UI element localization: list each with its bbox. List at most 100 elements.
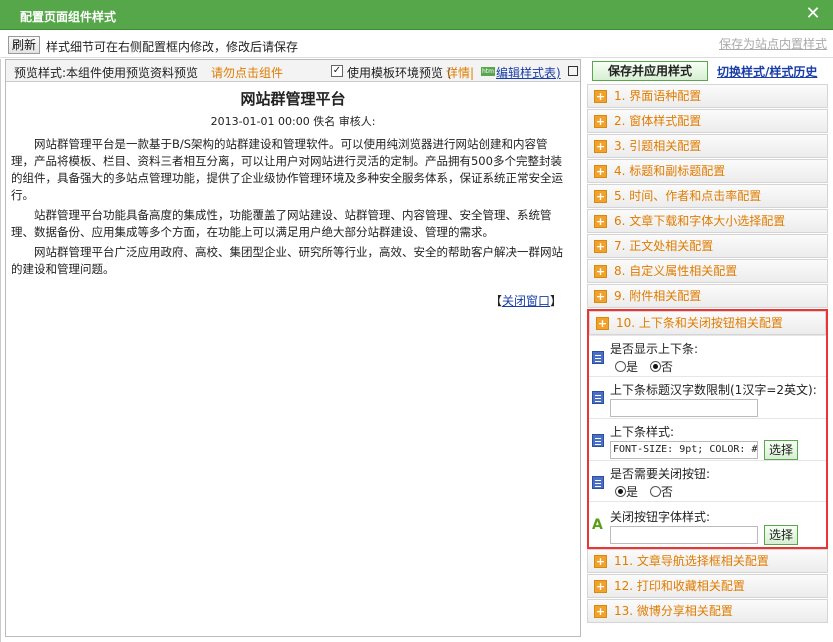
- section-11[interactable]: +11. 文章导航选择框相关配置: [587, 549, 828, 573]
- plus-icon: +: [594, 580, 607, 593]
- section-8[interactable]: +8. 自定义属性相关配置: [587, 259, 828, 283]
- close-window: 【关闭窗口】: [490, 292, 562, 309]
- section-12[interactable]: +12. 打印和收藏相关配置: [587, 574, 828, 598]
- font-icon: A: [592, 517, 603, 533]
- plus-icon: +: [594, 165, 607, 178]
- toolbar-hint: 样式细节可在右侧配置框内修改，修改后请保存: [46, 40, 299, 54]
- section-1[interactable]: +1. 界面语种配置: [587, 84, 828, 108]
- plus-icon: +: [594, 605, 607, 618]
- close-window-link[interactable]: 关闭窗口: [502, 294, 550, 308]
- radio-circle-selected[interactable]: [615, 486, 626, 497]
- section-label: 10. 上下条和关闭按钮相关配置: [616, 316, 783, 330]
- section-5[interactable]: +5. 时间、作者和点击率配置: [587, 184, 828, 208]
- radio-yes[interactable]: 是: [615, 360, 638, 374]
- close-font-row: A 关闭按钮字体样式: 选择: [589, 501, 826, 547]
- section-9[interactable]: +9. 附件相关配置: [587, 284, 828, 308]
- left-edge-divider: [0, 59, 1, 642]
- plus-icon: +: [594, 240, 607, 253]
- radio-yes[interactable]: 是: [615, 485, 638, 499]
- use-template-checkbox[interactable]: ✓: [331, 65, 343, 77]
- section-label: 8. 自定义属性相关配置: [614, 264, 738, 278]
- close-font-select-button[interactable]: 选择: [764, 525, 798, 545]
- bracket-open: 【: [489, 294, 502, 308]
- section-label: 9. 附件相关配置: [614, 289, 702, 303]
- section-label: 12. 打印和收藏相关配置: [614, 579, 745, 593]
- radio-label: 是: [626, 360, 639, 374]
- title-limit-input[interactable]: [610, 399, 758, 417]
- document-icon: [592, 351, 604, 364]
- section-label: 7. 正文处相关配置: [614, 239, 714, 253]
- preview-pane: 预览样式:本组件使用预览资料预览 请勿点击组件 ✓ 使用模板环境预览 ( 详情|…: [5, 59, 581, 637]
- detail-link[interactable]: 详情|: [446, 64, 474, 81]
- plus-icon: +: [594, 265, 607, 278]
- plus-icon: +: [594, 290, 607, 303]
- refresh-button[interactable]: 刷新: [8, 36, 41, 54]
- prevnext-style-input[interactable]: FONT-SIZE: 9pt; COLOR: #: [610, 441, 758, 459]
- need-close-label: 是否需要关闭按钮:: [610, 467, 711, 481]
- section-label: 2. 窗体样式配置: [614, 114, 702, 128]
- section-3[interactable]: +3. 引题相关配置: [587, 134, 828, 158]
- article-paragraph: 网站群管理平台是一款基于B/S架构的站群建设和管理软件。可以使用纯浏览器进行网站…: [11, 137, 563, 202]
- show-prevnext-radios: 是 否: [615, 358, 681, 375]
- section-13[interactable]: +13. 微博分享相关配置: [587, 599, 828, 623]
- section-label: 4. 标题和副标题配置: [614, 164, 726, 178]
- toolbar: 刷新 样式细节可在右侧配置框内修改，修改后请保存 保存为站点内置样式: [0, 30, 833, 58]
- title-limit-row: 上下条标题汉字数限制(1汉字=2英文):: [589, 376, 826, 418]
- preview-label: 预览样式:本组件使用预览资料预览: [14, 66, 199, 80]
- radio-circle[interactable]: [649, 486, 661, 497]
- plus-icon: +: [594, 190, 607, 203]
- title-limit-label: 上下条标题汉字数限制(1汉字=2英文):: [610, 383, 817, 397]
- article-body: 网站群管理平台是一款基于B/S架构的站群建设和管理软件。可以使用纯浏览器进行网站…: [11, 136, 569, 281]
- radio-label: 否: [660, 360, 673, 374]
- section-2[interactable]: +2. 窗体样式配置: [587, 109, 828, 133]
- radio-label: 是: [626, 485, 639, 499]
- plus-icon: +: [594, 215, 607, 228]
- plus-icon: +: [596, 317, 609, 330]
- section-6[interactable]: +6. 文章下载和字体大小选择配置: [587, 209, 828, 233]
- edit-stylesheet-link[interactable]: 编辑样式表): [496, 64, 561, 81]
- close-icon[interactable]: ✕: [803, 4, 823, 24]
- preview-warning: 请勿点击组件: [211, 66, 284, 80]
- plus-icon: +: [594, 90, 607, 103]
- document-icon: [592, 434, 604, 447]
- need-close-radios: 是 否: [615, 483, 681, 500]
- radio-no[interactable]: 否: [649, 360, 673, 374]
- show-prevnext-row: 是否显示上下条: 是 否: [589, 335, 826, 376]
- save-site-style-link[interactable]: 保存为站点内置样式: [719, 35, 827, 52]
- radio-label: 否: [660, 485, 673, 499]
- close-font-label: 关闭按钮字体样式:: [610, 510, 711, 524]
- save-apply-button[interactable]: 保存并应用样式: [592, 61, 708, 81]
- section-label: 1. 界面语种配置: [614, 89, 702, 103]
- article-meta: 2013-01-01 00:00 佚名 审核人:: [210, 115, 376, 128]
- preview-bar: 预览样式:本组件使用预览资料预览 请勿点击组件 ✓ 使用模板环境预览 ( 详情|…: [6, 60, 580, 82]
- article-title: 网站群管理平台: [240, 90, 346, 108]
- switch-style-link[interactable]: 切换样式/样式历史: [717, 63, 817, 80]
- plus-icon: +: [594, 555, 607, 568]
- window-title: 配置页面组件样式: [20, 10, 117, 24]
- detail-link-label[interactable]: 详情: [446, 66, 470, 80]
- config-pane: 保存并应用样式 切换样式/样式历史 +1. 界面语种配置 +2. 窗体样式配置 …: [587, 59, 828, 637]
- section-label: 11. 文章导航选择框相关配置: [614, 554, 769, 568]
- section-7[interactable]: +7. 正文处相关配置: [587, 234, 828, 258]
- plus-icon: +: [594, 115, 607, 128]
- htm-icon: htm: [481, 67, 495, 76]
- document-icon: [592, 476, 604, 489]
- detail-separator: |: [470, 66, 475, 80]
- text-field-icon: [592, 391, 604, 404]
- radio-circle[interactable]: [615, 361, 626, 372]
- radio-circle-selected[interactable]: [649, 361, 661, 372]
- section-4[interactable]: +4. 标题和副标题配置: [587, 159, 828, 183]
- close-font-input[interactable]: [610, 526, 758, 544]
- article-paragraph: 站群管理平台功能具备高度的集成性，功能覆盖了网站建设、站群管理、内容管理、安全管…: [11, 208, 552, 239]
- section-10[interactable]: +10. 上下条和关闭按钮相关配置: [589, 311, 826, 335]
- window-titlebar: 配置页面组件样式 ✕: [0, 0, 833, 30]
- bracket-close: 】: [549, 294, 562, 308]
- radio-no[interactable]: 否: [649, 485, 673, 499]
- section-label: 13. 微博分享相关配置: [614, 604, 733, 618]
- use-template-label: 使用模板环境预览 (: [347, 66, 452, 80]
- prevnext-style-select-button[interactable]: 选择: [764, 440, 798, 460]
- section-label: 3. 引题相关配置: [614, 139, 702, 153]
- article-paragraph: 网站群管理平台广泛应用政府、高校、集团型企业、研究所等行业，高效、安全的帮助客户…: [11, 245, 563, 276]
- maximize-icon[interactable]: [568, 66, 578, 76]
- show-prevnext-label: 是否显示上下条:: [610, 342, 699, 356]
